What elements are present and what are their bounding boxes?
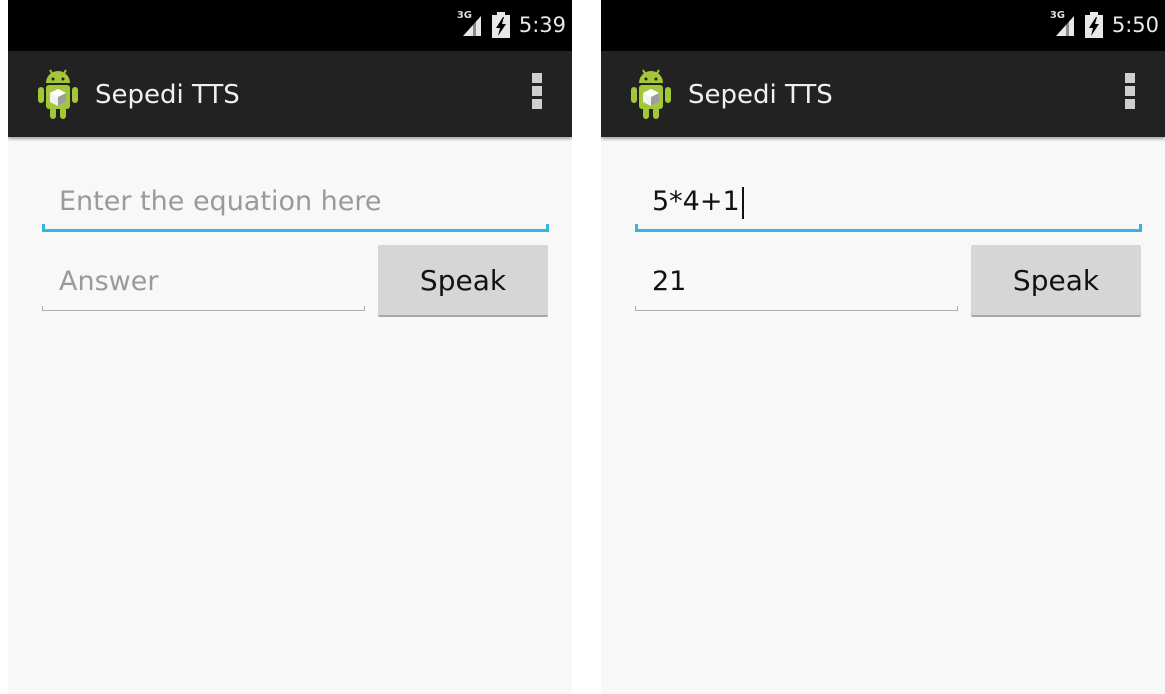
- speak-button[interactable]: Speak: [378, 245, 548, 317]
- answer-input[interactable]: 21: [635, 255, 958, 311]
- answer-underline: [635, 310, 958, 311]
- phone-screen-right: 3G 5:50 Sepedi TTS 5*4+1 21 Speak: [601, 0, 1165, 694]
- android-icon[interactable]: [38, 67, 78, 119]
- battery-charging-icon: [491, 12, 510, 38]
- clock-time: 5:39: [518, 13, 566, 37]
- speak-button[interactable]: Speak: [971, 245, 1141, 317]
- clock-time: 5:50: [1111, 13, 1159, 37]
- status-bar: 3G 5:39: [8, 0, 572, 51]
- overflow-menu-icon[interactable]: [532, 73, 546, 113]
- action-bar: Sepedi TTS: [601, 51, 1165, 137]
- equation-input[interactable]: 5*4+1: [635, 177, 1142, 232]
- signal-3g-icon: 3G: [457, 10, 483, 36]
- answer-underline: [42, 310, 365, 311]
- battery-charging-icon: [1084, 12, 1103, 38]
- app-title: Sepedi TTS: [95, 80, 240, 110]
- status-icons: 3G 5:50: [1050, 10, 1159, 40]
- text-cursor: [741, 186, 744, 219]
- android-icon[interactable]: [631, 67, 671, 119]
- signal-3g-icon: 3G: [1050, 10, 1076, 36]
- overflow-menu-icon[interactable]: [1125, 73, 1139, 113]
- answer-placeholder: Answer: [59, 266, 159, 297]
- equation-input[interactable]: Enter the equation here: [42, 177, 549, 232]
- action-bar: Sepedi TTS: [8, 51, 572, 137]
- answer-value: 21: [652, 266, 687, 297]
- equation-value: 5*4+1: [652, 185, 744, 219]
- equation-underline: [42, 229, 549, 232]
- answer-input[interactable]: Answer: [42, 255, 365, 311]
- equation-placeholder: Enter the equation here: [59, 186, 382, 217]
- equation-underline: [635, 229, 1142, 232]
- phone-screen-left: 3G 5:39 Sepedi TTS Enter the equation he…: [8, 0, 572, 694]
- app-title: Sepedi TTS: [688, 80, 833, 110]
- status-icons: 3G 5:39: [457, 10, 566, 40]
- status-bar: 3G 5:50: [601, 0, 1165, 51]
- main-content: 5*4+1 21 Speak: [601, 137, 1165, 694]
- main-content: Enter the equation here Answer Speak: [8, 137, 572, 694]
